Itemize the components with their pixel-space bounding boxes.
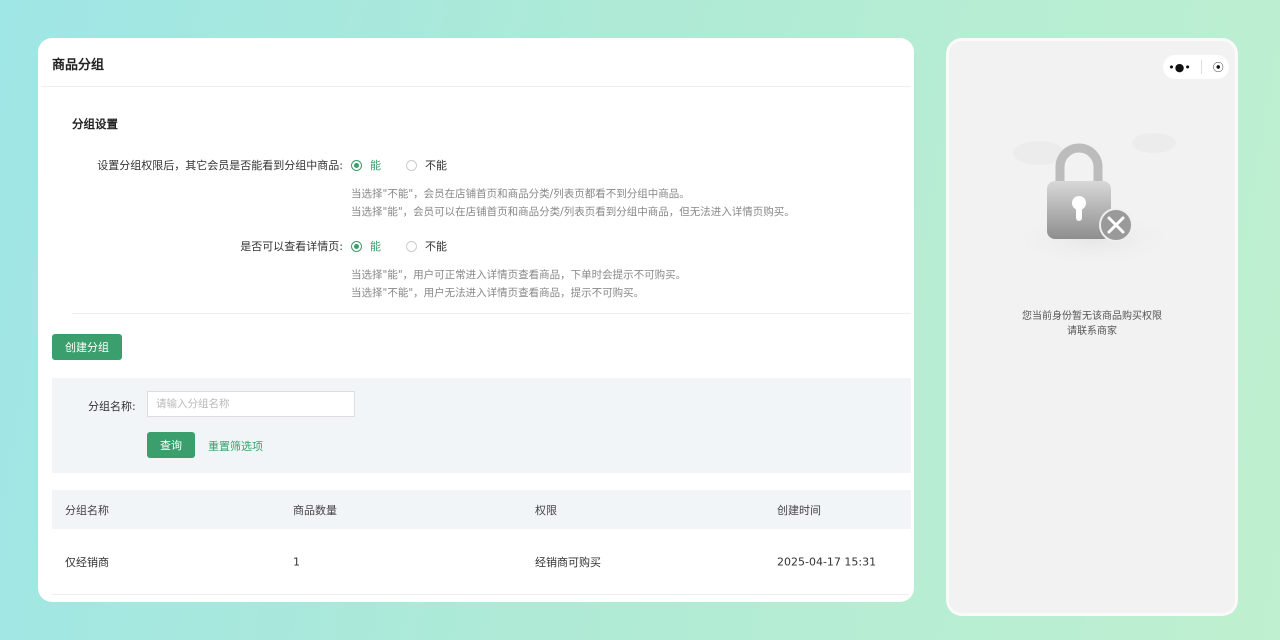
radio-icon xyxy=(351,240,362,252)
group-name-input[interactable] xyxy=(147,391,355,417)
radio-icon xyxy=(406,159,417,171)
visibility-radio-no[interactable]: 不能 xyxy=(406,157,447,173)
more-dots-icon[interactable]: •●• xyxy=(1168,61,1191,74)
cell-created-time: 2025-04-17 15:31 xyxy=(777,555,877,568)
column-header-permission: 权限 xyxy=(535,503,557,517)
detail-setting-label: 是否可以查看详情页: xyxy=(240,240,343,253)
column-header-created: 创建时间 xyxy=(777,503,821,517)
page-title: 商品分组 xyxy=(41,41,911,87)
phone-preview: •●• ⦿ 您当前身份暂无该商品购买权限 请联系商家 xyxy=(946,38,1238,616)
column-header-count: 商品数量 xyxy=(293,503,337,517)
create-group-button[interactable]: 创建分组 xyxy=(52,334,122,360)
reset-filters-link[interactable]: 重置筛选项 xyxy=(208,438,263,454)
close-circle-icon[interactable]: ⦿ xyxy=(1213,59,1224,75)
no-permission-line-2: 请联系商家 xyxy=(1067,326,1117,337)
visibility-setting-label: 设置分组权限后，其它会员是否能看到分组中商品: xyxy=(97,159,343,172)
capsule-separator xyxy=(1201,60,1203,74)
detail-radio-yes[interactable]: 能 xyxy=(351,238,381,254)
section-title: 分组设置 xyxy=(72,117,118,131)
table-row[interactable]: 仅经销商 1 经销商可购买 2025-04-17 15:31 xyxy=(52,529,911,595)
query-button[interactable]: 查询 xyxy=(147,432,195,458)
no-permission-message: 您当前身份暂无该商品购买权限 请联系商家 xyxy=(949,309,1235,339)
detail-hint-1: 当选择"能"，用户可正常进入详情页查看商品，下单时会提示不可购买。 xyxy=(351,269,687,281)
radio-icon xyxy=(351,159,362,171)
visibility-hint-2: 当选择"能"，会员可以在店铺首页和商品分类/列表页看到分组中商品，但无法进入详情… xyxy=(351,206,795,218)
group-name-filter-label: 分组名称: xyxy=(88,400,136,413)
table-header: 分组名称 商品数量 权限 创建时间 xyxy=(52,490,911,529)
admin-panel: 商品分组 分组设置 设置分组权限后，其它会员是否能看到分组中商品: 能 不能 当… xyxy=(38,38,914,602)
visibility-hint-1: 当选择"不能"，会员在店铺首页和商品分类/列表页都看不到分组中商品。 xyxy=(351,188,690,200)
detail-radio-no[interactable]: 不能 xyxy=(406,238,447,254)
cell-group-name: 仅经销商 xyxy=(65,555,109,569)
visibility-radio-yes[interactable]: 能 xyxy=(351,157,381,173)
column-header-name: 分组名称 xyxy=(65,503,109,517)
mini-program-capsule: •●• ⦿ xyxy=(1163,55,1229,79)
radio-icon xyxy=(406,240,417,252)
group-table: 分组名称 商品数量 权限 创建时间 仅经销商 1 经销商可购买 2025-04-… xyxy=(52,490,911,595)
lock-icon xyxy=(1004,133,1184,269)
cell-product-count: 1 xyxy=(293,555,300,568)
no-permission-line-1: 您当前身份暂无该商品购买权限 xyxy=(1022,311,1162,322)
cell-permission: 经销商可购买 xyxy=(535,555,601,569)
filter-panel: 分组名称: 查询 重置筛选项 xyxy=(52,378,911,473)
detail-hint-2: 当选择"不能"，用户无法进入详情页查看商品，提示不可购买。 xyxy=(351,287,645,299)
divider xyxy=(72,313,911,314)
